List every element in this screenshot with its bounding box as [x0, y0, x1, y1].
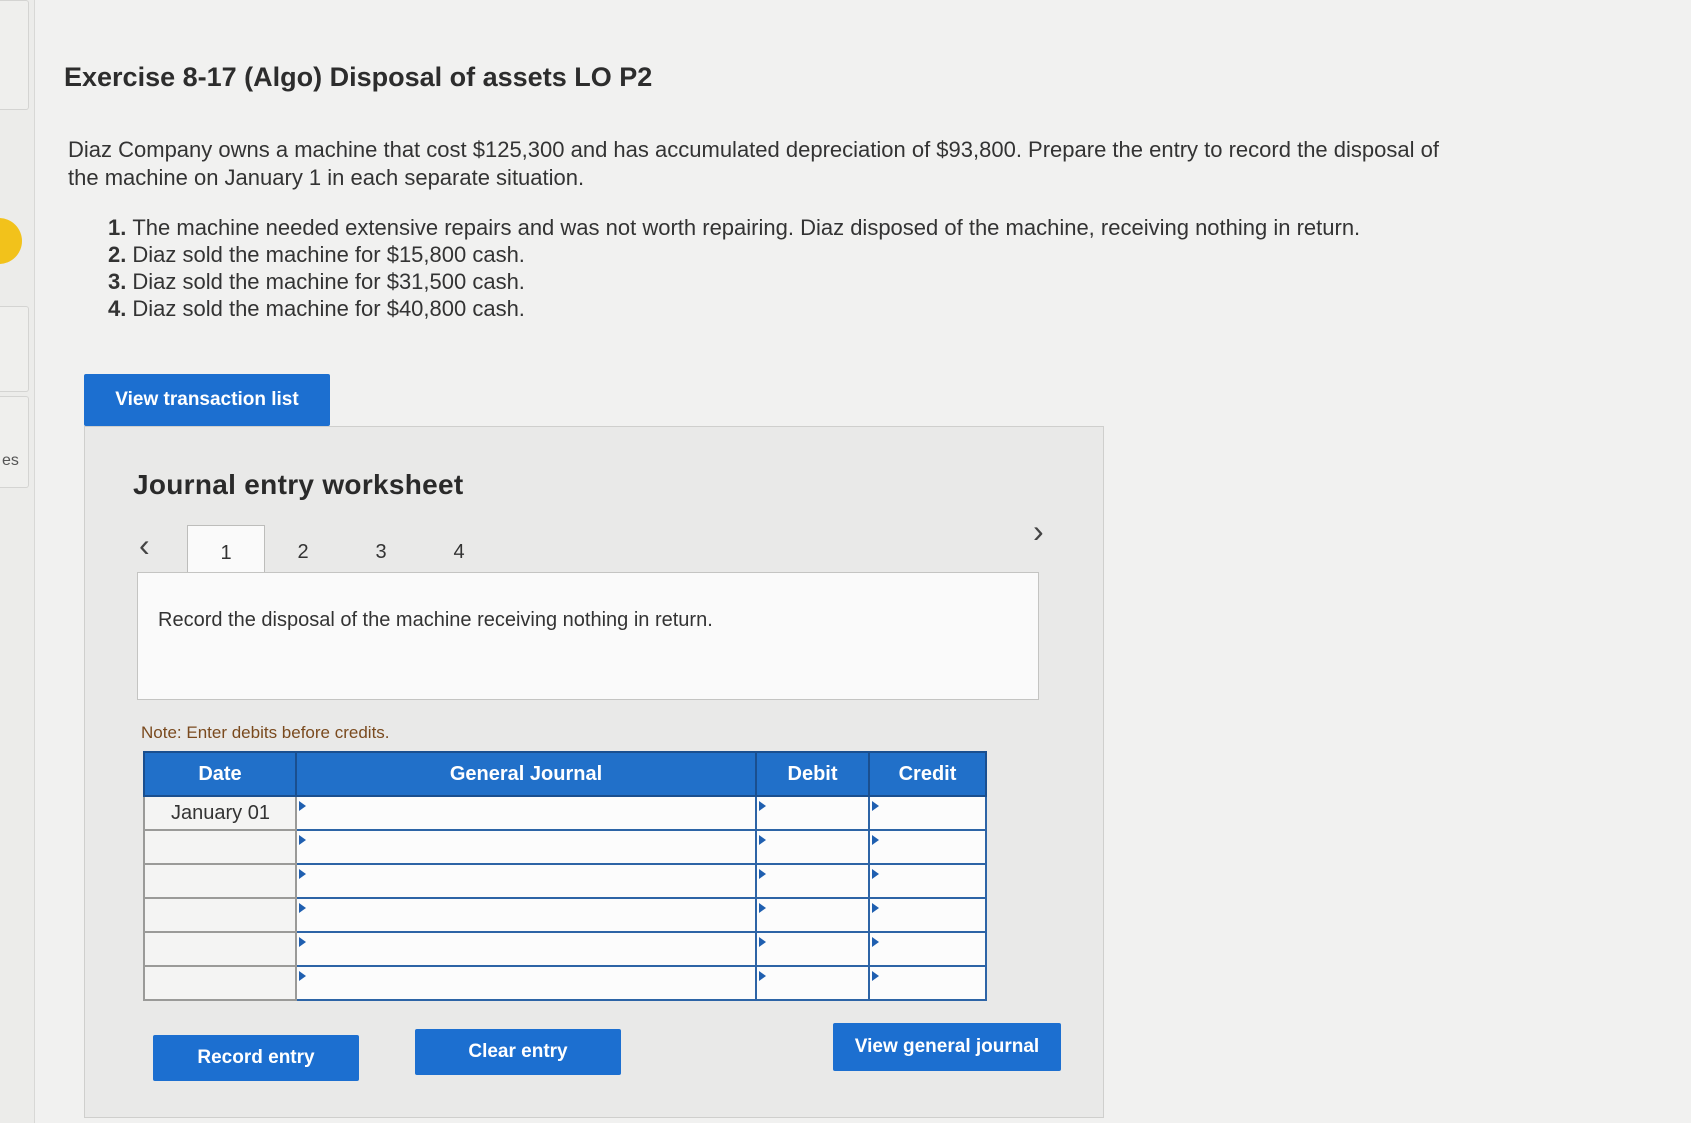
dropdown-caret-icon [872, 869, 879, 879]
dropdown-caret-icon [299, 971, 306, 981]
next-arrow-icon[interactable]: › [1033, 513, 1044, 550]
journal-entry-worksheet: Journal entry worksheet ‹ › 1 2 3 4 Reco… [84, 426, 1104, 1118]
dropdown-caret-icon [759, 903, 766, 913]
instruction-text: Record the disposal of the machine recei… [158, 609, 713, 631]
scenario-text: Diaz sold the machine for $15,800 cash. [132, 242, 525, 267]
scenario-number: 2. [108, 242, 127, 267]
scenario-item: 4. Diaz sold the machine for $40,800 cash… [108, 295, 1360, 322]
column-header-debit: Debit [755, 751, 870, 797]
exercise-title: Exercise 8-17 (Algo) Disposal of assets … [64, 62, 653, 92]
journal-row [143, 829, 987, 865]
debit-cell[interactable] [755, 829, 870, 865]
credit-cell[interactable] [868, 829, 987, 865]
scenario-item: 3. Diaz sold the machine for $31,500 cash… [108, 268, 1360, 295]
account-cell[interactable] [295, 863, 757, 899]
scenario-list: 1. The machine needed extensive repairs a… [108, 214, 1360, 322]
column-header-general-journal: General Journal [295, 751, 757, 797]
column-header-credit: Credit [868, 751, 987, 797]
dropdown-caret-icon [759, 971, 766, 981]
debit-cell[interactable] [755, 897, 870, 933]
account-cell[interactable] [295, 795, 757, 831]
dropdown-caret-icon [759, 937, 766, 947]
date-cell [143, 863, 297, 899]
scenario-text: The machine needed extensive repairs and… [132, 215, 1361, 240]
dropdown-caret-icon [299, 937, 306, 947]
column-header-date: Date [143, 751, 297, 797]
dropdown-caret-icon [872, 801, 879, 811]
prev-arrow-icon[interactable]: ‹ [139, 527, 150, 564]
date-cell [143, 965, 297, 1001]
credit-cell[interactable] [868, 795, 987, 831]
journal-row [143, 931, 987, 967]
view-general-journal-button[interactable]: View general journal [833, 1023, 1061, 1071]
left-sidebar-rail: es [0, 0, 35, 1123]
date-cell [143, 897, 297, 933]
tab-2[interactable]: 2 [265, 525, 341, 579]
account-cell[interactable] [295, 829, 757, 865]
scenario-number: 3. [108, 269, 127, 294]
scenario-number: 4. [108, 296, 127, 321]
scenario-text: Diaz sold the machine for $31,500 cash. [132, 269, 525, 294]
credit-cell[interactable] [868, 863, 987, 899]
account-cell[interactable] [295, 897, 757, 933]
progress-indicator-dot [0, 218, 22, 264]
journal-row [143, 897, 987, 933]
sidebar-fragment-text: es [2, 452, 19, 469]
date-cell [143, 931, 297, 967]
exercise-intro: Diaz Company owns a machine that cost $1… [68, 137, 1439, 190]
debit-cell[interactable] [755, 863, 870, 899]
sidebar-tab[interactable] [0, 396, 29, 488]
credit-cell[interactable] [868, 965, 987, 1001]
entry-note: Note: Enter debits before credits. [141, 723, 390, 742]
journal-header-row: Date General Journal Debit Credit [143, 751, 987, 797]
instruction-box: Record the disposal of the machine recei… [137, 572, 1039, 700]
clear-entry-button[interactable]: Clear entry [415, 1029, 621, 1075]
tab-3[interactable]: 3 [343, 525, 419, 579]
dropdown-caret-icon [872, 971, 879, 981]
tab-4[interactable]: 4 [421, 525, 497, 579]
dropdown-caret-icon [872, 835, 879, 845]
view-transaction-list-button[interactable]: View transaction list [84, 374, 330, 426]
journal-table: Date General Journal Debit Credit Januar… [143, 751, 987, 1001]
scenario-item: 2. Diaz sold the machine for $15,800 cash… [108, 241, 1360, 268]
scenario-item: 1. The machine needed extensive repairs a… [108, 214, 1360, 241]
sidebar-tab[interactable] [0, 0, 29, 110]
account-cell[interactable] [295, 931, 757, 967]
account-cell[interactable] [295, 965, 757, 1001]
dropdown-caret-icon [872, 903, 879, 913]
debit-cell[interactable] [755, 931, 870, 967]
credit-cell[interactable] [868, 897, 987, 933]
scenario-number: 1. [108, 215, 127, 240]
journal-row [143, 965, 987, 1001]
date-cell [143, 829, 297, 865]
dropdown-caret-icon [872, 937, 879, 947]
dropdown-caret-icon [299, 903, 306, 913]
journal-row [143, 863, 987, 899]
dropdown-caret-icon [299, 869, 306, 879]
credit-cell[interactable] [868, 931, 987, 967]
dropdown-caret-icon [299, 801, 306, 811]
scenario-text: Diaz sold the machine for $40,800 cash. [132, 296, 525, 321]
debit-cell[interactable] [755, 795, 870, 831]
record-entry-button[interactable]: Record entry [153, 1035, 359, 1081]
sidebar-tab[interactable] [0, 306, 29, 392]
dropdown-caret-icon [299, 835, 306, 845]
worksheet-title: Journal entry worksheet [133, 469, 464, 500]
date-cell: January 01 [143, 795, 297, 831]
dropdown-caret-icon [759, 835, 766, 845]
dropdown-caret-icon [759, 801, 766, 811]
dropdown-caret-icon [759, 869, 766, 879]
journal-row: January 01 [143, 795, 987, 831]
debit-cell[interactable] [755, 965, 870, 1001]
